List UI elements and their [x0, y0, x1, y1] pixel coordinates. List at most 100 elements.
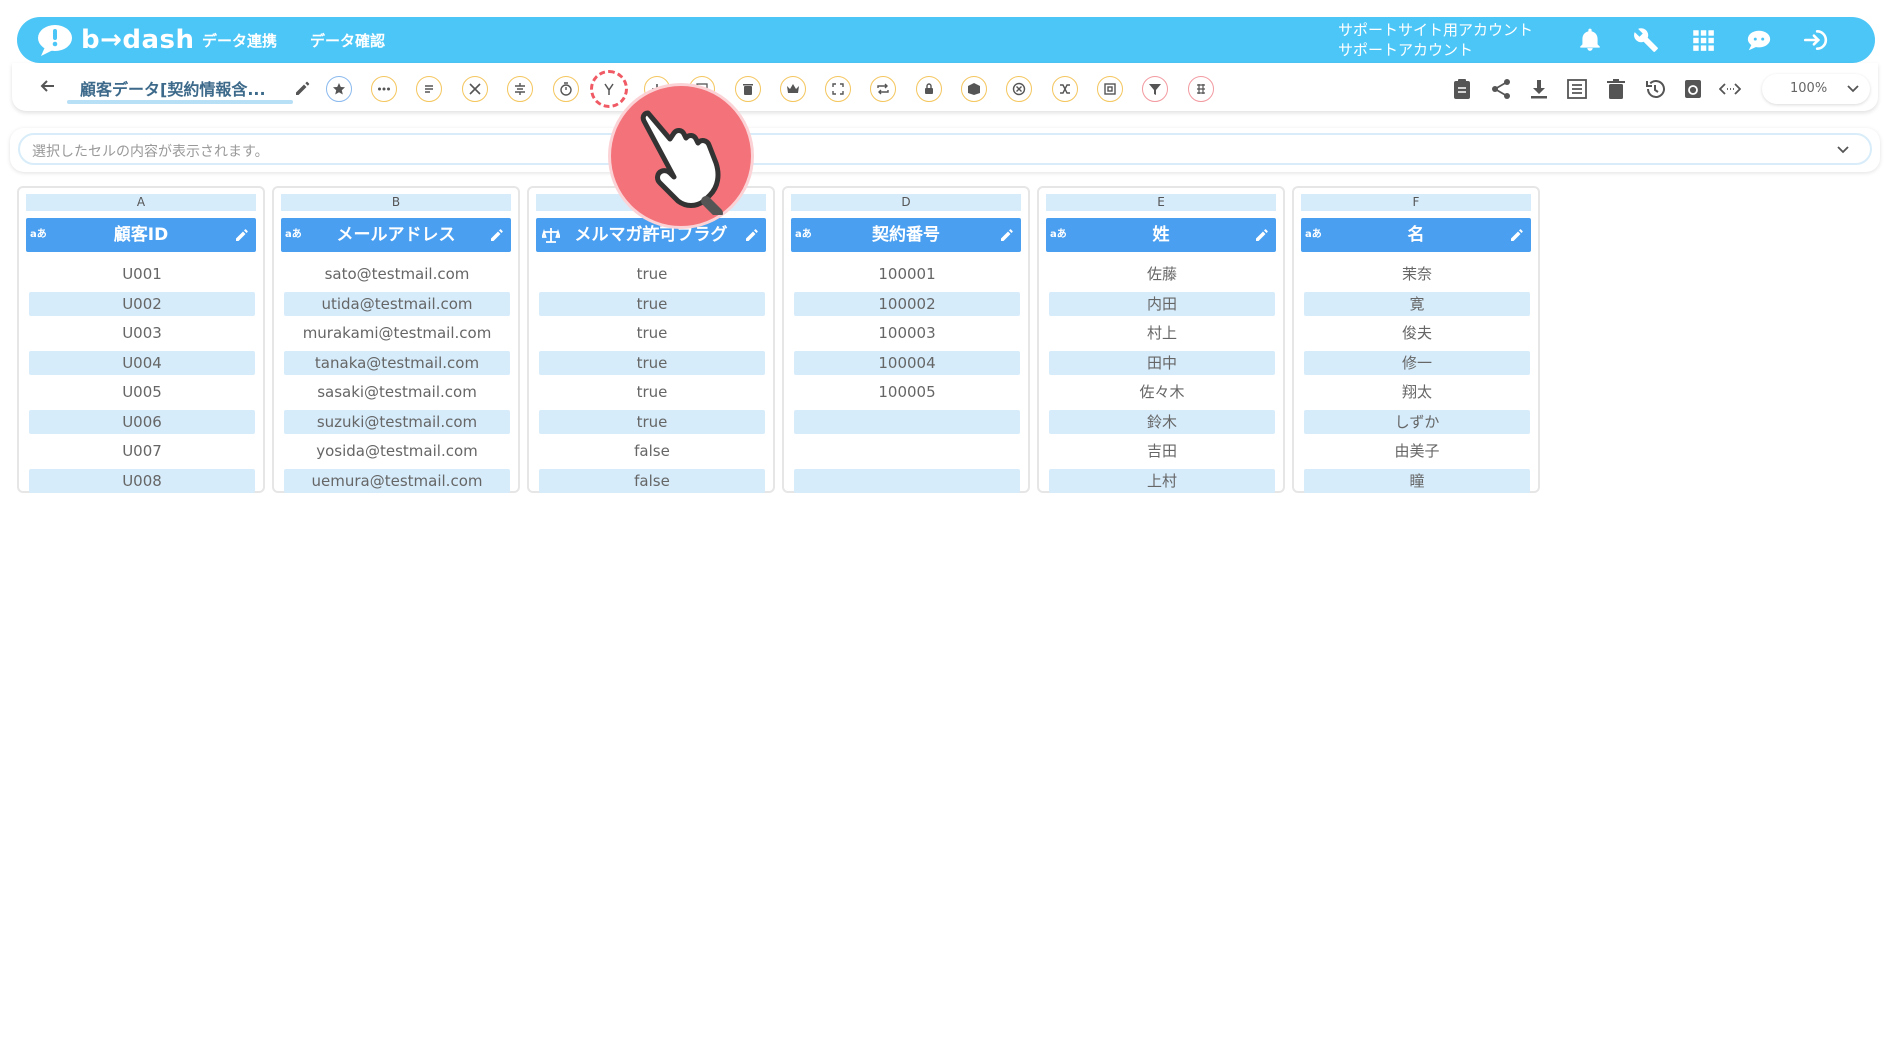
- table-cell[interactable]: 100005: [794, 380, 1020, 404]
- table-cell[interactable]: false: [539, 439, 765, 463]
- table-cell[interactable]: 吉田: [1049, 439, 1275, 463]
- table-cell[interactable]: true: [539, 380, 765, 404]
- refresh-icon[interactable]: [1680, 76, 1706, 102]
- more-icon[interactable]: [371, 76, 397, 102]
- table-cell[interactable]: false: [539, 469, 765, 493]
- edit-column-icon[interactable]: [1509, 227, 1525, 243]
- table-cell[interactable]: 村上: [1049, 321, 1275, 345]
- edit-column-icon[interactable]: [489, 227, 505, 243]
- compress-icon[interactable]: [507, 76, 533, 102]
- table-cell[interactable]: 俊夫: [1304, 321, 1530, 345]
- timer-icon[interactable]: [553, 76, 579, 102]
- star-icon[interactable]: [326, 76, 352, 102]
- table-cell[interactable]: tanaka@testmail.com: [284, 351, 510, 375]
- table-cell[interactable]: U001: [29, 262, 255, 286]
- table-cell[interactable]: 100002: [794, 292, 1020, 316]
- square-icon[interactable]: [1097, 76, 1123, 102]
- table-cell[interactable]: 100001: [794, 262, 1020, 286]
- delete-icon[interactable]: [1603, 76, 1629, 102]
- share-icon[interactable]: [1488, 76, 1514, 102]
- table-cell[interactable]: 100003: [794, 321, 1020, 345]
- shuffle-icon[interactable]: [1052, 76, 1078, 102]
- column-letter[interactable]: D: [791, 194, 1021, 211]
- table-cell[interactable]: true: [539, 262, 765, 286]
- expand-icon[interactable]: [825, 76, 851, 102]
- edit-column-icon[interactable]: [744, 227, 760, 243]
- document-title[interactable]: 顧客データ[契約情報含...: [80, 76, 266, 100]
- bell-icon[interactable]: [1575, 25, 1605, 55]
- table-cell[interactable]: 佐々木: [1049, 380, 1275, 404]
- trash-icon[interactable]: [735, 76, 761, 102]
- table-cell[interactable]: 鈴木: [1049, 410, 1275, 434]
- clipboard-icon[interactable]: [1449, 76, 1475, 102]
- grid-icon[interactable]: [1688, 25, 1718, 55]
- chat-icon[interactable]: [1744, 25, 1774, 55]
- table-cell[interactable]: 寛: [1304, 292, 1530, 316]
- table-cell[interactable]: utida@testmail.com: [284, 292, 510, 316]
- cancel-icon[interactable]: [1006, 76, 1032, 102]
- lines-icon[interactable]: [416, 76, 442, 102]
- table-cell[interactable]: murakami@testmail.com: [284, 321, 510, 345]
- lock-icon[interactable]: [916, 76, 942, 102]
- table-cell[interactable]: sato@testmail.com: [284, 262, 510, 286]
- table-cell[interactable]: U005: [29, 380, 255, 404]
- fork-icon[interactable]: [590, 70, 628, 108]
- table-cell[interactable]: しずか: [1304, 410, 1530, 434]
- account-info[interactable]: サポートサイト用アカウント サポートアカウント: [1338, 20, 1533, 60]
- filter-icon[interactable]: [1142, 76, 1168, 102]
- table-cell[interactable]: [794, 469, 1020, 493]
- edit-title-icon[interactable]: [294, 79, 312, 97]
- table-cell[interactable]: U003: [29, 321, 255, 345]
- table-cell[interactable]: true: [539, 321, 765, 345]
- table-cell[interactable]: 修一: [1304, 351, 1530, 375]
- table-cell[interactable]: [794, 439, 1020, 463]
- edit-column-icon[interactable]: [1254, 227, 1270, 243]
- column-header[interactable]: aあ 顧客ID: [26, 218, 256, 252]
- table-cell[interactable]: suzuki@testmail.com: [284, 410, 510, 434]
- code-icon[interactable]: [1717, 76, 1743, 102]
- table-cell[interactable]: true: [539, 292, 765, 316]
- column-letter[interactable]: E: [1046, 194, 1276, 211]
- chevron-down-icon[interactable]: [1836, 144, 1850, 156]
- table-cell[interactable]: yosida@testmail.com: [284, 439, 510, 463]
- table-cell[interactable]: 上村: [1049, 469, 1275, 493]
- table-cell[interactable]: U002: [29, 292, 255, 316]
- table-cell[interactable]: uemura@testmail.com: [284, 469, 510, 493]
- download-icon[interactable]: [1526, 76, 1552, 102]
- crown-icon[interactable]: [780, 76, 806, 102]
- column-letter[interactable]: B: [281, 194, 511, 211]
- column-letter[interactable]: A: [26, 194, 256, 211]
- history-icon[interactable]: [1642, 76, 1668, 102]
- pattern-icon[interactable]: [1188, 76, 1214, 102]
- table-cell[interactable]: true: [539, 351, 765, 375]
- column-letter[interactable]: F: [1301, 194, 1531, 211]
- table-cell[interactable]: U006: [29, 410, 255, 434]
- logout-icon[interactable]: [1800, 25, 1830, 55]
- table-cell[interactable]: 佐藤: [1049, 262, 1275, 286]
- table-cell[interactable]: [794, 410, 1020, 434]
- nav-data-integration[interactable]: データ連携: [202, 30, 277, 51]
- table-cell[interactable]: 内田: [1049, 292, 1275, 316]
- back-arrow-icon[interactable]: [38, 76, 58, 96]
- table-cell[interactable]: true: [539, 410, 765, 434]
- table-cell[interactable]: 由美子: [1304, 439, 1530, 463]
- table-cell[interactable]: 茉奈: [1304, 262, 1530, 286]
- table-cell[interactable]: sasaki@testmail.com: [284, 380, 510, 404]
- repeat-icon[interactable]: [870, 76, 896, 102]
- table-cell[interactable]: 100004: [794, 351, 1020, 375]
- edit-column-icon[interactable]: [234, 227, 250, 243]
- table-cell[interactable]: 田中: [1049, 351, 1275, 375]
- cell-content-field[interactable]: 選択したセルの内容が表示されます。: [18, 133, 1872, 165]
- box-icon[interactable]: [961, 76, 987, 102]
- column-header[interactable]: aあ 姓: [1046, 218, 1276, 252]
- tools-icon[interactable]: [462, 76, 488, 102]
- table-cell[interactable]: U008: [29, 469, 255, 493]
- bdash-logo[interactable]: b→dash: [35, 23, 195, 57]
- column-header[interactable]: メルマガ許可フラグ: [536, 218, 766, 252]
- table-cell[interactable]: 瞳: [1304, 469, 1530, 493]
- edit-column-icon[interactable]: [999, 227, 1015, 243]
- table-cell[interactable]: 翔太: [1304, 380, 1530, 404]
- column-header[interactable]: aあ 契約番号: [791, 218, 1021, 252]
- column-header[interactable]: aあ メールアドレス: [281, 218, 511, 252]
- zoom-select[interactable]: 100%: [1762, 74, 1870, 104]
